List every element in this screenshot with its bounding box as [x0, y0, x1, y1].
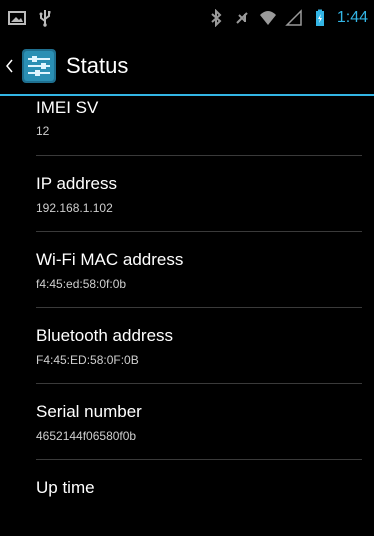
item-label: Wi-Fi MAC address	[36, 250, 184, 269]
bluetooth-icon	[211, 9, 222, 27]
item-label: IP address	[36, 174, 117, 193]
item-label: Bluetooth address	[36, 326, 174, 345]
mute-icon	[236, 12, 248, 24]
item-value: F4:45:ED:58:0F:0B	[36, 353, 139, 367]
item-label: Up time	[36, 478, 95, 497]
list-item-imei-sv[interactable]: IMEI SV 12	[36, 96, 362, 156]
action-bar: Status	[0, 38, 374, 96]
item-value: f4:45:ed:58:0f:0b	[36, 277, 127, 291]
item-value: 4652144f06580f0b	[36, 429, 137, 443]
item-label: IMEI SV	[36, 98, 99, 117]
list-item-bluetooth-address[interactable]: Bluetooth address F4:45:ED:58:0F:0B	[36, 308, 362, 384]
page-title: Status	[66, 53, 129, 78]
gallery-icon	[8, 11, 26, 25]
status-bar: 1:44	[0, 0, 374, 38]
list-item-up-time[interactable]: Up time	[36, 460, 362, 536]
status-list: IMEI SV 12 IP address 192.168.1.102 Wi-F…	[0, 96, 374, 536]
clock: 1:44	[336, 9, 368, 26]
battery-icon	[315, 9, 324, 26]
item-value: 12	[36, 124, 50, 138]
status-right-icons: 1:44	[207, 8, 368, 28]
list-item-ip-address[interactable]: IP address 192.168.1.102	[36, 156, 362, 232]
signal-icon	[285, 9, 302, 26]
usb-icon	[39, 10, 51, 27]
list-item-wifi-mac-address[interactable]: Wi-Fi MAC address f4:45:ed:58:0f:0b	[36, 232, 362, 308]
up-navigation[interactable]	[0, 47, 58, 85]
status-left-icons	[8, 9, 54, 27]
wifi-icon	[259, 11, 276, 25]
item-value: 192.168.1.102	[36, 201, 113, 215]
settings-app-icon	[22, 49, 56, 83]
list-item-serial-number[interactable]: Serial number 4652144f06580f0b	[36, 384, 362, 460]
chevron-left-icon	[6, 59, 13, 73]
item-label: Serial number	[36, 402, 142, 421]
